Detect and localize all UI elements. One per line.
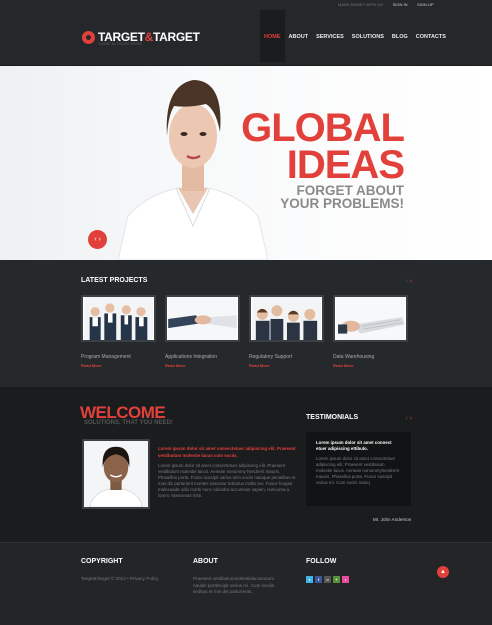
- nav-solutions[interactable]: SOLUTIONS: [348, 10, 388, 62]
- project-name: Data Warehousing: [333, 354, 375, 360]
- hero-title: GLOBAL IDEAS: [241, 106, 405, 187]
- site-footer: COPYRIGHT Target&Target © 2012 • Privacy…: [0, 542, 492, 625]
- project-thumbnail[interactable]: [165, 295, 240, 342]
- follow-title: FOLLOW: [306, 558, 337, 565]
- site-header: MAKE MONEY WITH US · SIGN IN · SIGN UP T…: [0, 0, 492, 66]
- project-thumbnail[interactable]: [249, 295, 324, 342]
- project-card[interactable]: Program Management Read More: [81, 295, 156, 368]
- welcome-section: WELCOME SOLUTIONS, THAT YOU NEED! Lorem …: [0, 387, 492, 542]
- testimonials-title: TESTIMONIALS: [306, 414, 359, 421]
- project-name: Regulatory Support: [249, 354, 293, 360]
- topbar-note: MAKE MONEY WITH US: [338, 2, 384, 7]
- logo-target-icon: [82, 30, 95, 44]
- slider-arrows-button[interactable]: ‹ ›: [88, 230, 107, 249]
- welcome-subtitle: SOLUTIONS, THAT YOU NEED!: [84, 420, 173, 426]
- hero-slider: GLOBAL IDEAS FORGET ABOUT YOUR PROBLEMS!…: [0, 66, 492, 260]
- main-nav: HOME ABOUT SERVICES SOLUTIONS BLOG CONTA…: [260, 10, 450, 62]
- testimonial-lead: Lorem ipsum dolor sit amet connect etuer…: [316, 440, 392, 451]
- next-arrow-icon[interactable]: ›: [410, 415, 412, 422]
- nav-about[interactable]: ABOUT: [285, 10, 313, 62]
- welcome-body-text: Lorem ipsum dolor sit amet consectetuer …: [158, 463, 296, 498]
- latest-projects-section: LATEST PROJECTS ‹ › Program Management R…: [0, 260, 492, 387]
- copyright-title: COPYRIGHT: [81, 558, 123, 565]
- project-thumbnail[interactable]: [333, 295, 408, 342]
- topbar-separator: ·: [387, 2, 389, 7]
- nav-home[interactable]: HOME: [260, 10, 285, 62]
- facebook-icon[interactable]: f: [315, 576, 322, 583]
- project-card[interactable]: Data Warehousing Read More: [333, 295, 408, 368]
- dribbble-icon[interactable]: •: [342, 576, 349, 583]
- top-bar: MAKE MONEY WITH US · SIGN IN · SIGN UP: [338, 2, 437, 7]
- sign-in-link[interactable]: SIGN IN: [393, 2, 408, 7]
- hero-subtitle: FORGET ABOUT YOUR PROBLEMS!: [280, 183, 404, 211]
- flickr-icon[interactable]: ••: [324, 576, 331, 583]
- logo-tagline: YOUR SLOGAN HERE: [98, 42, 143, 46]
- read-more-link[interactable]: Read More: [333, 363, 408, 368]
- prev-arrow-icon[interactable]: ‹: [405, 415, 407, 422]
- welcome-photo: [82, 439, 150, 509]
- project-card[interactable]: Regulatory Support Read More: [249, 295, 324, 368]
- about-title: ABOUT: [193, 558, 218, 565]
- testimonial-quote-box: Lorem ipsum dolor sit amet connect etuer…: [306, 432, 411, 506]
- project-name: Program Management: [81, 354, 131, 360]
- projects-title: LATEST PROJECTS: [81, 277, 148, 284]
- testimonial-author: Mr. John Anderson: [373, 517, 412, 522]
- nav-contacts[interactable]: CONTACTS: [412, 10, 450, 62]
- testimonials-arrows: ‹ ›: [405, 415, 412, 422]
- social-links: t f •• + •: [306, 576, 351, 583]
- welcome-lead-text: Lorem ipsum dolor sit amet consectetuer …: [158, 446, 296, 458]
- about-text: Praesent vestibulummolestielacusnouni na…: [193, 576, 275, 594]
- project-thumbnail[interactable]: [81, 295, 156, 342]
- twitter-icon[interactable]: t: [306, 576, 313, 583]
- nav-services[interactable]: SERVICES: [312, 10, 348, 62]
- testimonial-body: Lorem ipsum dolor sit amet consectetuer …: [316, 456, 399, 485]
- nav-blog[interactable]: BLOG: [388, 10, 412, 62]
- topbar-separator-2: ·: [411, 2, 413, 7]
- sign-up-link[interactable]: SIGN UP: [417, 2, 433, 7]
- projects-carousel-arrows: ‹ ›: [405, 278, 412, 285]
- project-name: Applications Integration: [165, 354, 217, 360]
- scroll-to-top-button[interactable]: ▲: [437, 566, 449, 578]
- read-more-link[interactable]: Read More: [165, 363, 240, 368]
- project-card[interactable]: Applications Integration Read More: [165, 295, 240, 368]
- next-arrow-icon[interactable]: ›: [410, 278, 412, 285]
- prev-arrow-icon[interactable]: ‹: [405, 278, 407, 285]
- share-icon[interactable]: +: [333, 576, 340, 583]
- read-more-link[interactable]: Read More: [81, 363, 156, 368]
- read-more-link[interactable]: Read More: [249, 363, 324, 368]
- copyright-text[interactable]: Target&Target © 2012 • Privacy Policy: [81, 576, 171, 583]
